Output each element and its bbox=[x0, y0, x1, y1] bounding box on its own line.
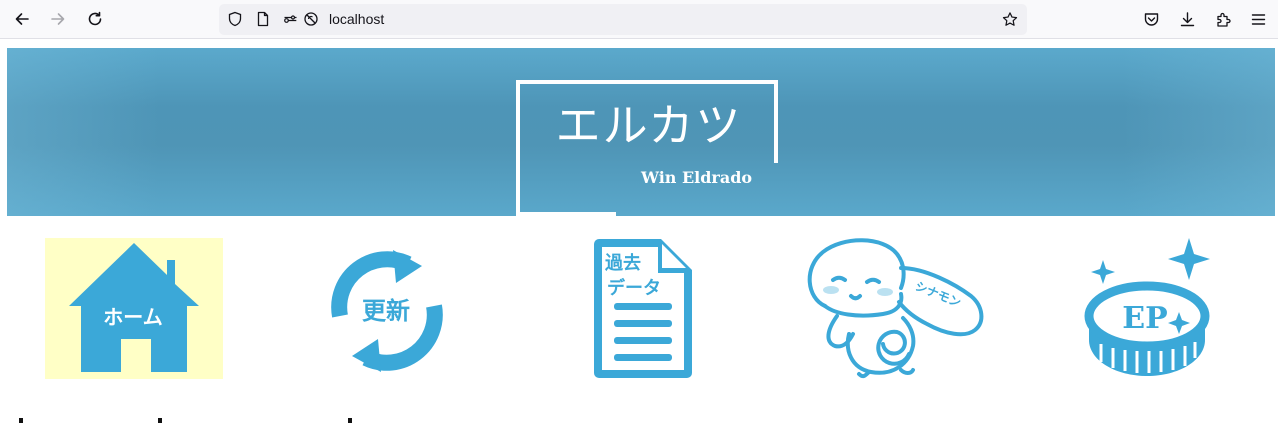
document-icon: 過去 データ bbox=[594, 239, 692, 378]
back-button[interactable] bbox=[9, 6, 35, 32]
bookmark-star-icon[interactable] bbox=[1002, 11, 1018, 27]
cinnamon-icon: シナモン bbox=[807, 238, 984, 379]
browser-toolbar: localhost bbox=[0, 0, 1278, 39]
nav-update[interactable]: 更新 bbox=[318, 238, 456, 379]
cutoff-mark bbox=[158, 418, 162, 423]
nav-home[interactable]: ホーム bbox=[45, 238, 223, 379]
download-icon bbox=[1180, 11, 1194, 26]
pocket-icon bbox=[1144, 12, 1158, 26]
cutoff-mark bbox=[19, 418, 23, 423]
shield-icon[interactable] bbox=[227, 11, 243, 27]
permissions-icon[interactable] bbox=[283, 11, 299, 27]
site-subtitle: Win Eldrado bbox=[641, 168, 753, 187]
past-data-label-2: データ bbox=[607, 277, 661, 299]
nav-cinnamon[interactable]: シナモン bbox=[805, 238, 985, 379]
address-bar[interactable]: localhost bbox=[219, 4, 1027, 35]
reload-icon bbox=[88, 11, 102, 26]
extensions-button[interactable] bbox=[1210, 6, 1236, 32]
puzzle-icon bbox=[1216, 12, 1231, 27]
site-title[interactable]: エルカツ bbox=[529, 96, 769, 156]
home-label: ホーム bbox=[103, 305, 162, 329]
home-icon: ホーム bbox=[45, 238, 223, 379]
forward-button[interactable] bbox=[45, 6, 71, 32]
update-label: 更新 bbox=[362, 297, 410, 325]
hamburger-icon bbox=[1251, 13, 1265, 25]
ep-coin-icon: EP bbox=[1084, 238, 1210, 376]
nav-past-data[interactable]: 過去 データ bbox=[592, 238, 694, 379]
tracking-off-icon[interactable] bbox=[303, 11, 319, 27]
downloads-button[interactable] bbox=[1174, 6, 1200, 32]
page-icon[interactable] bbox=[255, 11, 271, 27]
cutoff-mark bbox=[348, 418, 352, 423]
past-data-label-1: 過去 bbox=[605, 252, 641, 274]
arrow-left-icon bbox=[15, 13, 29, 25]
pocket-button[interactable] bbox=[1138, 6, 1164, 32]
nav-ep[interactable]: EP bbox=[1083, 238, 1213, 379]
ep-label: EP bbox=[1122, 301, 1167, 336]
arrow-right-icon bbox=[51, 13, 65, 25]
reload-button[interactable] bbox=[82, 6, 108, 32]
menu-button[interactable] bbox=[1245, 6, 1271, 32]
url-text[interactable]: localhost bbox=[329, 4, 384, 35]
header-banner: エルカツ Win Eldrado bbox=[7, 48, 1275, 216]
refresh-icon: 更新 bbox=[331, 250, 443, 372]
